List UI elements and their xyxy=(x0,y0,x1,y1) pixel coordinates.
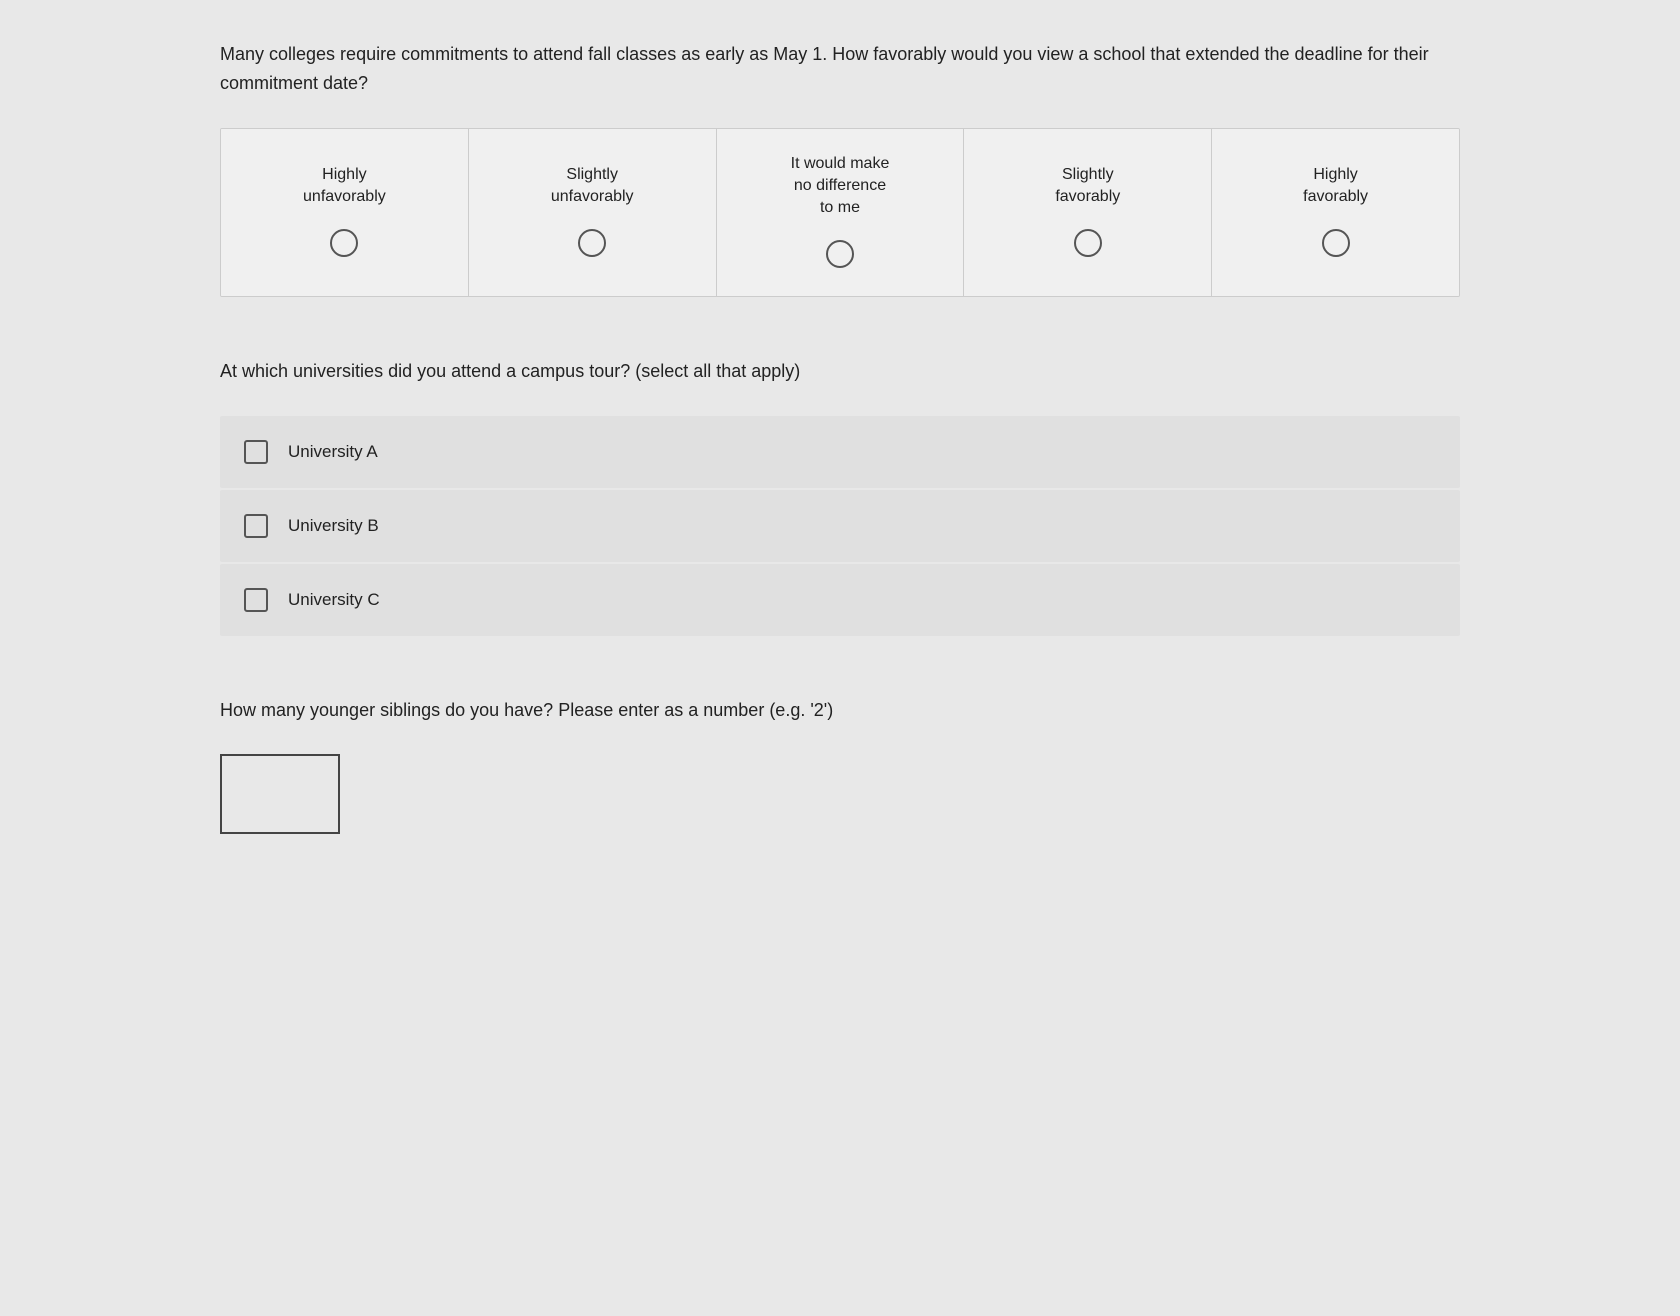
option-slightly-favorably[interactable]: Slightlyfavorably xyxy=(964,129,1212,296)
checkbox-item-university-c[interactable]: University C xyxy=(220,564,1460,636)
checkbox-university-c-label: University C xyxy=(288,590,380,610)
question1-text: Many colleges require commitments to att… xyxy=(220,40,1460,98)
option-no-difference[interactable]: It would makeno differenceto me xyxy=(717,129,965,296)
checkbox-university-c[interactable] xyxy=(244,588,268,612)
checkbox-university-a[interactable] xyxy=(244,440,268,464)
question3-text: How many younger siblings do you have? P… xyxy=(220,696,1460,725)
checkbox-item-university-a[interactable]: University A xyxy=(220,416,1460,488)
siblings-number-input[interactable] xyxy=(220,754,340,834)
option-highly-favorably-label: Highlyfavorably xyxy=(1303,164,1368,209)
option-no-difference-label: It would makeno differenceto me xyxy=(791,153,890,220)
radio-slightly-favorably[interactable] xyxy=(1074,229,1102,257)
question3-section: How many younger siblings do you have? P… xyxy=(220,696,1460,835)
checkbox-university-a-label: University A xyxy=(288,442,378,462)
question1-section: Many colleges require commitments to att… xyxy=(220,40,1460,297)
option-highly-favorably[interactable]: Highlyfavorably xyxy=(1212,129,1459,296)
radio-grid: Highlyunfavorably Slightlyunfavorably It… xyxy=(220,128,1460,297)
question2-text: At which universities did you attend a c… xyxy=(220,357,1460,386)
option-slightly-unfavorably-label: Slightlyunfavorably xyxy=(551,164,634,209)
question2-section: At which universities did you attend a c… xyxy=(220,357,1460,636)
checkbox-item-university-b[interactable]: University B xyxy=(220,490,1460,562)
option-slightly-favorably-label: Slightlyfavorably xyxy=(1055,164,1120,209)
radio-no-difference[interactable] xyxy=(826,240,854,268)
radio-highly-unfavorably[interactable] xyxy=(330,229,358,257)
radio-slightly-unfavorably[interactable] xyxy=(578,229,606,257)
survey-container: Many colleges require commitments to att… xyxy=(220,40,1460,834)
checkbox-list: University A University B University C xyxy=(220,416,1460,636)
option-highly-unfavorably[interactable]: Highlyunfavorably xyxy=(221,129,469,296)
checkbox-university-b[interactable] xyxy=(244,514,268,538)
option-highly-unfavorably-label: Highlyunfavorably xyxy=(303,164,386,209)
radio-highly-favorably[interactable] xyxy=(1322,229,1350,257)
option-slightly-unfavorably[interactable]: Slightlyunfavorably xyxy=(469,129,717,296)
checkbox-university-b-label: University B xyxy=(288,516,379,536)
